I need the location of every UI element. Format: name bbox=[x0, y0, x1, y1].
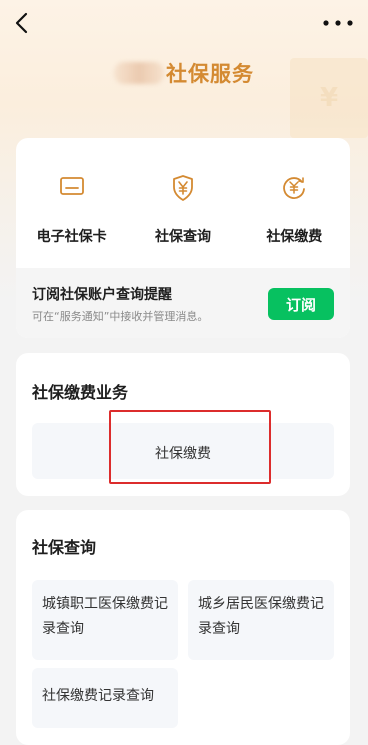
service-item-e-card[interactable]: 电子社保卡 bbox=[16, 138, 127, 266]
service-label: 社保查询 bbox=[154, 229, 211, 245]
subscribe-bar: 订阅社保账户查询提醒 可在“服务通知”中接收并管理消息。 订阅 bbox=[16, 268, 350, 338]
service-label: 电子社保卡 bbox=[36, 229, 107, 245]
payment-tile-label: 社保缴费 bbox=[155, 446, 211, 462]
section-title: 社保缴费业务 bbox=[32, 383, 129, 402]
service-label: 社保缴费 bbox=[266, 229, 323, 245]
query-tile-urban-rural-resident-medical[interactable]: 城乡居民医保缴费记录查询 bbox=[188, 580, 334, 660]
services-card: 电子社保卡 社保查询 社保缴费 订阅社保账户查询提醒 可在“服务通知”中接收并管… bbox=[16, 138, 350, 338]
payment-section-card: 社保缴费业务 社保缴费 bbox=[16, 353, 350, 496]
query-tile-label: 社保缴费记录查询 bbox=[42, 688, 154, 704]
subscribe-title: 订阅社保账户查询提醒 bbox=[32, 287, 172, 303]
chevron-left-icon[interactable] bbox=[8, 8, 38, 38]
yuan-shield-icon bbox=[173, 175, 193, 201]
social-security-card-icon bbox=[59, 177, 84, 195]
query-tile-label: 城镇职工医保缴费记录查询 bbox=[42, 596, 168, 637]
page-title: 社保服务 bbox=[166, 62, 254, 86]
navigation-bar bbox=[0, 0, 368, 46]
service-item-query[interactable]: 社保查询 bbox=[127, 138, 238, 266]
payment-tile[interactable]: 社保缴费 bbox=[32, 423, 334, 479]
yuan-refresh-icon bbox=[283, 177, 306, 199]
blurred-name bbox=[114, 62, 164, 84]
query-section-card: 社保查询 城镇职工医保缴费记录查询 城乡居民医保缴费记录查询 社保缴费记录查询 bbox=[16, 510, 350, 745]
query-tile-label: 城乡居民医保缴费记录查询 bbox=[198, 596, 324, 637]
subscribe-description: 可在“服务通知”中接收并管理消息。 bbox=[32, 310, 209, 323]
section-title: 社保查询 bbox=[32, 538, 97, 557]
query-tile-payment-records[interactable]: 社保缴费记录查询 bbox=[32, 668, 178, 728]
more-dots-icon[interactable] bbox=[318, 8, 358, 38]
subscribe-button[interactable]: 订阅 bbox=[268, 288, 334, 320]
page-title-row: 社保服务 bbox=[0, 56, 368, 90]
service-row: 电子社保卡 社保查询 社保缴费 bbox=[16, 138, 350, 266]
query-tile-urban-employee-medical[interactable]: 城镇职工医保缴费记录查询 bbox=[32, 580, 178, 660]
service-item-payment[interactable]: 社保缴费 bbox=[239, 138, 350, 266]
